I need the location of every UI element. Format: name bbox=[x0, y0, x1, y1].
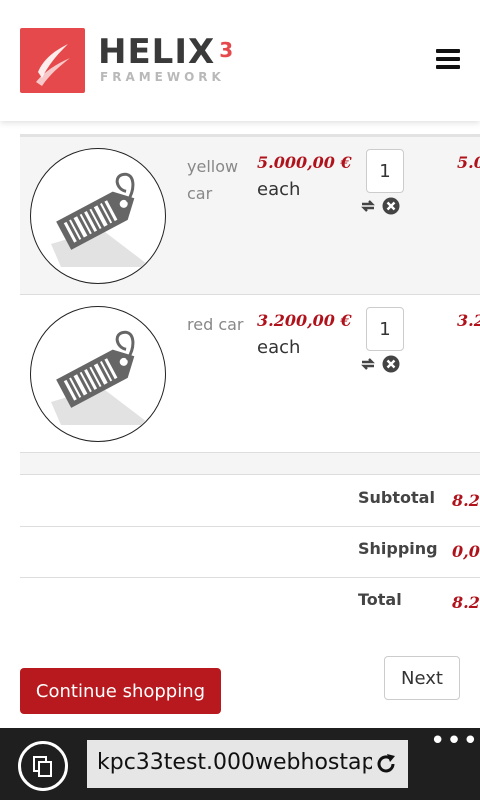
row-total: 5.0 bbox=[457, 153, 480, 172]
subtotal-value: 8.20 bbox=[452, 491, 480, 510]
shipping-label: Shipping bbox=[358, 539, 438, 558]
cart-row: red car 3.200,00 € each 3.2 bbox=[20, 295, 480, 453]
row-total: 3.2 bbox=[457, 311, 480, 330]
more-dots-icon[interactable]: ••• bbox=[430, 728, 479, 754]
url-text: kpc33test.000webhostap bbox=[97, 750, 372, 775]
cart-row: yellow car 5.000,00 € each 5.0 bbox=[20, 137, 480, 295]
quantity-input[interactable] bbox=[366, 149, 404, 193]
update-quantity-icon[interactable] bbox=[359, 197, 377, 215]
product-price: 5.000,00 € bbox=[257, 153, 352, 172]
price-unit: each bbox=[257, 179, 301, 200]
shipping-value: 0,00 bbox=[452, 542, 480, 561]
logo-mark[interactable] bbox=[20, 28, 85, 93]
total-label: Total bbox=[358, 590, 402, 609]
site-header: HELIX 3 FRAMEWORK bbox=[0, 0, 480, 121]
product-image-tag[interactable] bbox=[30, 306, 166, 442]
url-field[interactable]: kpc33test.000webhostap bbox=[87, 740, 408, 788]
logo-subtitle: FRAMEWORK bbox=[100, 70, 225, 84]
table-spacer-row bbox=[20, 453, 480, 475]
total-value: 8.20 bbox=[452, 593, 480, 612]
product-image-tag[interactable] bbox=[30, 148, 166, 284]
browser-address-bar: kpc33test.000webhostap ••• bbox=[0, 728, 480, 800]
product-name[interactable]: yellow car bbox=[187, 153, 247, 207]
next-button[interactable]: Next bbox=[384, 656, 460, 700]
logo-version: 3 bbox=[219, 38, 235, 62]
tabs-icon[interactable] bbox=[18, 741, 68, 791]
shipping-row: Shipping 0,00 bbox=[20, 527, 480, 578]
subtotal-row: Subtotal 8.20 bbox=[20, 476, 480, 527]
logo-title[interactable]: HELIX 3 bbox=[98, 32, 234, 70]
remove-item-icon[interactable] bbox=[382, 355, 400, 373]
menu-icon[interactable] bbox=[436, 49, 460, 69]
reload-icon[interactable] bbox=[374, 752, 398, 776]
continue-shopping-button[interactable]: Continue shopping bbox=[20, 668, 221, 714]
total-row: Total 8.20 bbox=[20, 578, 480, 629]
quantity-input[interactable] bbox=[366, 307, 404, 351]
table-header-peek bbox=[20, 121, 480, 135]
subtotal-label: Subtotal bbox=[358, 488, 435, 507]
price-unit: each bbox=[257, 337, 301, 358]
update-quantity-icon[interactable] bbox=[359, 355, 377, 373]
remove-item-icon[interactable] bbox=[382, 197, 400, 215]
product-price: 3.200,00 € bbox=[257, 311, 352, 330]
product-name[interactable]: red car bbox=[187, 311, 247, 338]
